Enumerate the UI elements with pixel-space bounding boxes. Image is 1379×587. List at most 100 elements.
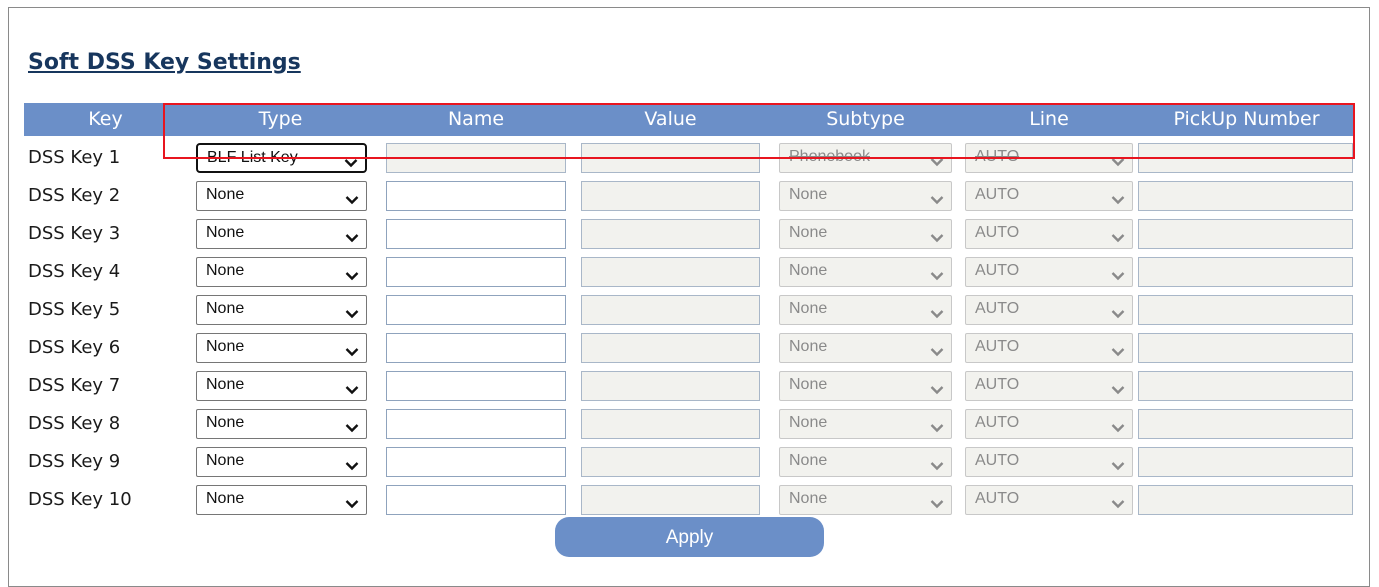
type-select-value: BLF List Key xyxy=(207,149,298,166)
name-input[interactable] xyxy=(386,181,566,211)
name-input[interactable] xyxy=(386,257,566,287)
chevron-down-icon xyxy=(345,230,359,243)
line-select: AUTO xyxy=(965,181,1133,211)
page-title: Soft DSS Key Settings xyxy=(28,50,301,75)
line-select-value: AUTO xyxy=(975,338,1020,355)
type-select[interactable]: None xyxy=(196,295,367,325)
subtype-select-value: None xyxy=(789,224,828,241)
value-input xyxy=(581,257,760,287)
chevron-down-icon xyxy=(930,344,944,357)
type-select-value: None xyxy=(206,224,245,241)
table-row: DSS Key 1 BLF List Key Phonebook AUTO xyxy=(0,143,1379,173)
table-header: Key Type Name Value Subtype Line PickUp … xyxy=(24,103,1355,136)
type-select[interactable]: BLF List Key xyxy=(196,143,367,173)
column-header-name: Name xyxy=(447,108,505,130)
dss-key-label: DSS Key 8 xyxy=(28,413,121,434)
subtype-select: None xyxy=(779,371,952,401)
subtype-select-value: None xyxy=(789,414,828,431)
name-input[interactable] xyxy=(386,485,566,515)
dss-key-label: DSS Key 5 xyxy=(28,299,121,320)
pickup-number-input xyxy=(1138,143,1353,173)
subtype-select: None xyxy=(779,257,952,287)
column-header-line: Line xyxy=(1029,108,1069,130)
type-select[interactable]: None xyxy=(196,371,367,401)
column-header-value: Value xyxy=(644,108,697,130)
type-select-value: None xyxy=(206,414,245,431)
name-input[interactable] xyxy=(386,409,566,439)
type-select[interactable]: None xyxy=(196,485,367,515)
subtype-select-value: None xyxy=(789,262,828,279)
pickup-number-input xyxy=(1138,333,1353,363)
line-select: AUTO xyxy=(965,447,1133,477)
type-select[interactable]: None xyxy=(196,219,367,249)
pickup-number-input xyxy=(1138,181,1353,211)
table-row: DSS Key 2 None None AUTO xyxy=(0,181,1379,211)
chevron-down-icon xyxy=(930,230,944,243)
chevron-down-icon xyxy=(930,268,944,281)
subtype-select-value: None xyxy=(789,186,828,203)
line-select: AUTO xyxy=(965,219,1133,249)
line-select: AUTO xyxy=(965,333,1133,363)
dss-key-label: DSS Key 3 xyxy=(28,223,121,244)
subtype-select-value: None xyxy=(789,338,828,355)
line-select-value: AUTO xyxy=(975,262,1020,279)
line-select-value: AUTO xyxy=(975,300,1020,317)
table-row: DSS Key 3 None None AUTO xyxy=(0,219,1379,249)
type-select-value: None xyxy=(206,262,245,279)
value-input xyxy=(581,409,760,439)
name-input[interactable] xyxy=(386,295,566,325)
type-select[interactable]: None xyxy=(196,447,367,477)
value-input xyxy=(581,295,760,325)
name-input[interactable] xyxy=(386,447,566,477)
pickup-number-input xyxy=(1138,447,1353,477)
chevron-down-icon xyxy=(345,458,359,471)
chevron-down-icon xyxy=(1111,382,1125,395)
pickup-number-input xyxy=(1138,485,1353,515)
value-input xyxy=(581,371,760,401)
table-row: DSS Key 10 None None AUTO xyxy=(0,485,1379,515)
subtype-select-value: None xyxy=(789,376,828,393)
name-input[interactable] xyxy=(386,219,566,249)
line-select: AUTO xyxy=(965,409,1133,439)
chevron-down-icon xyxy=(930,154,944,167)
dss-key-label: DSS Key 9 xyxy=(28,451,121,472)
chevron-down-icon xyxy=(345,268,359,281)
subtype-select-value: None xyxy=(789,490,828,507)
type-select[interactable]: None xyxy=(196,409,367,439)
name-input[interactable] xyxy=(386,333,566,363)
line-select-value: AUTO xyxy=(975,490,1020,507)
value-input xyxy=(581,219,760,249)
column-header-key: Key xyxy=(88,108,123,130)
apply-button[interactable]: Apply xyxy=(555,517,824,557)
chevron-down-icon xyxy=(345,420,359,433)
line-select-value: AUTO xyxy=(975,376,1020,393)
table-row: DSS Key 4 None None AUTO xyxy=(0,257,1379,287)
chevron-down-icon xyxy=(345,192,359,205)
chevron-down-icon xyxy=(1111,192,1125,205)
value-input xyxy=(581,447,760,477)
column-header-type: Type xyxy=(258,108,303,130)
table-row: DSS Key 5 None None AUTO xyxy=(0,295,1379,325)
chevron-down-icon xyxy=(345,306,359,319)
chevron-down-icon xyxy=(930,496,944,509)
chevron-down-icon xyxy=(345,382,359,395)
line-select: AUTO xyxy=(965,485,1133,515)
name-input[interactable] xyxy=(386,371,566,401)
line-select: AUTO xyxy=(965,143,1133,173)
pickup-number-input xyxy=(1138,295,1353,325)
chevron-down-icon xyxy=(1111,230,1125,243)
chevron-down-icon xyxy=(1111,344,1125,357)
subtype-select-value: None xyxy=(789,452,828,469)
chevron-down-icon xyxy=(930,192,944,205)
type-select[interactable]: None xyxy=(196,257,367,287)
type-select[interactable]: None xyxy=(196,181,367,211)
pickup-number-input xyxy=(1138,371,1353,401)
chevron-down-icon xyxy=(930,306,944,319)
type-select[interactable]: None xyxy=(196,333,367,363)
value-input xyxy=(581,485,760,515)
subtype-select: None xyxy=(779,447,952,477)
column-header-subtype: Subtype xyxy=(826,108,905,130)
chevron-down-icon xyxy=(1111,458,1125,471)
chevron-down-icon xyxy=(344,155,358,168)
subtype-select: None xyxy=(779,181,952,211)
